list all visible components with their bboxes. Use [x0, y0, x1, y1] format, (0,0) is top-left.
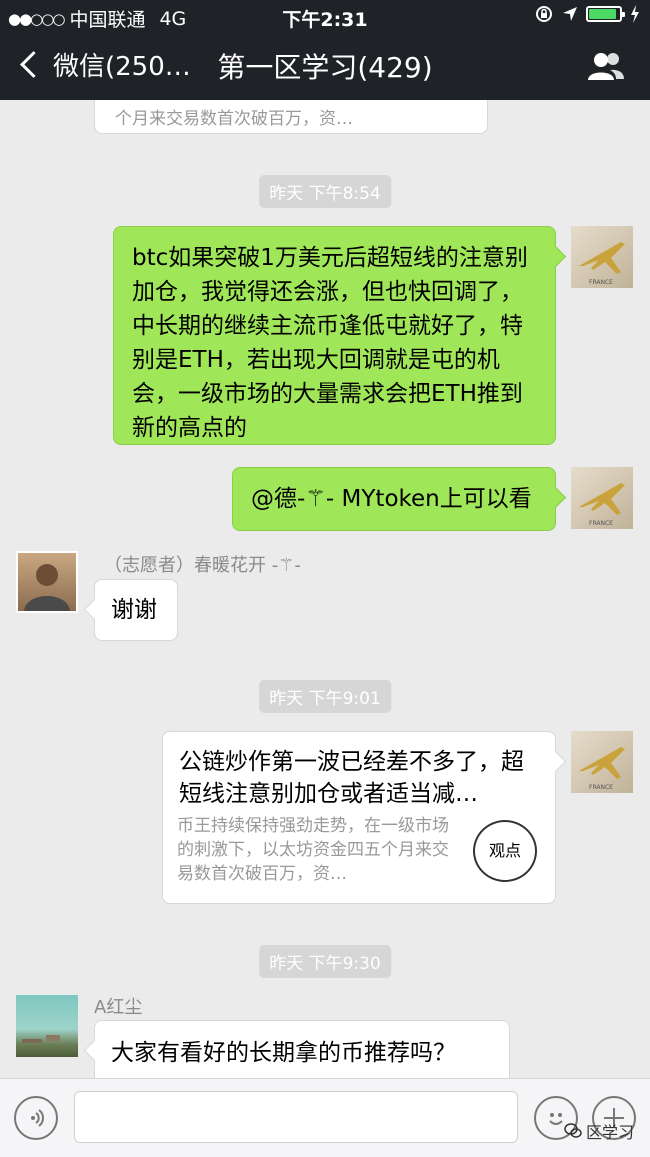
message-text: btc如果突破1万美元后超短线的注意别加仓，我觉得还会涨，但也快回调了，中长期的…	[132, 245, 528, 441]
group-members-icon[interactable]	[586, 50, 626, 82]
status-right	[534, 4, 640, 24]
airplane-icon: FRANCE	[579, 483, 625, 527]
link-card-title: 公链炒作第一波已经差不多了，超短线注意别加仓或者适当减…	[179, 749, 524, 807]
received-message[interactable]: 大家有看好的长期拿的币推荐吗？	[94, 1020, 510, 1078]
watermark: 区学习	[564, 1119, 634, 1143]
landscape-photo	[22, 1035, 60, 1043]
sender-name: （志愿者）春暖花开 -⚚-	[104, 555, 301, 576]
airplane-icon: FRANCE	[579, 747, 625, 791]
location-arrow-icon	[563, 7, 577, 21]
voice-button[interactable]	[14, 1096, 58, 1140]
person-photo	[24, 564, 70, 611]
airplane-icon: FRANCE	[579, 242, 625, 286]
sender-name: A红尘	[94, 997, 143, 1018]
timestamp: 昨天 下午9:01	[259, 680, 391, 713]
sent-message[interactable]: @德-⚚- MYtoken上可以看	[232, 467, 556, 531]
link-card-desc: 个月来交易数首次破百万，资…	[115, 109, 353, 129]
charging-bolt-icon	[631, 5, 639, 23]
avatar-caption: FRANCE	[589, 784, 613, 791]
avatar-caption: FRANCE	[589, 279, 613, 286]
status-bar: ●●○○○ 中国联通 4G 下午2:31	[0, 0, 650, 32]
timestamp: 昨天 下午8:54	[259, 175, 391, 208]
contact-avatar[interactable]	[16, 995, 78, 1057]
contact-avatar[interactable]	[16, 551, 78, 613]
timestamp: 昨天 下午9:30	[259, 945, 391, 978]
battery-icon	[586, 6, 625, 22]
viewpoint-badge: 观点	[473, 820, 537, 882]
my-avatar[interactable]: FRANCE	[571, 226, 633, 288]
nav-bar: 微信(250… 第一区学习(429)	[0, 32, 650, 100]
link-card-desc: 币王持续保持强劲走势，在一级市场的刺激下，以太坊资金四五个月来交易数首次破百万，…	[177, 816, 449, 884]
avatar-caption: FRANCE	[589, 520, 613, 527]
message-text: 大家有看好的长期拿的币推荐吗？	[111, 1040, 456, 1066]
message-text: 谢谢	[111, 597, 157, 623]
my-avatar[interactable]: FRANCE	[571, 731, 633, 793]
watermark-text: 区学习	[585, 1123, 634, 1142]
message-text: @德-⚚- MYtoken上可以看	[251, 486, 532, 512]
sent-message[interactable]: btc如果突破1万美元后超短线的注意别加仓，我觉得还会涨，但也快回调了，中长期的…	[113, 226, 556, 445]
received-message[interactable]: 谢谢	[94, 579, 178, 641]
my-avatar[interactable]: FRANCE	[571, 467, 633, 529]
chat-title: 第一区学习(429)	[217, 51, 433, 84]
voice-icon	[31, 1109, 44, 1127]
chat-area[interactable]: 个月来交易数首次破百万，资… 昨天 下午8:54 btc如果突破1万美元后超短线…	[0, 100, 650, 1078]
wechat-logo-icon	[564, 1123, 582, 1138]
link-card[interactable]: 公链炒作第一波已经差不多了，超短线注意别加仓或者适当减… 币王持续保持强劲走势，…	[162, 731, 556, 904]
orientation-lock-icon	[536, 6, 552, 22]
message-input[interactable]	[74, 1091, 518, 1143]
input-bar: 区学习	[0, 1078, 650, 1157]
link-card-previous[interactable]: 个月来交易数首次破百万，资…	[94, 100, 488, 134]
